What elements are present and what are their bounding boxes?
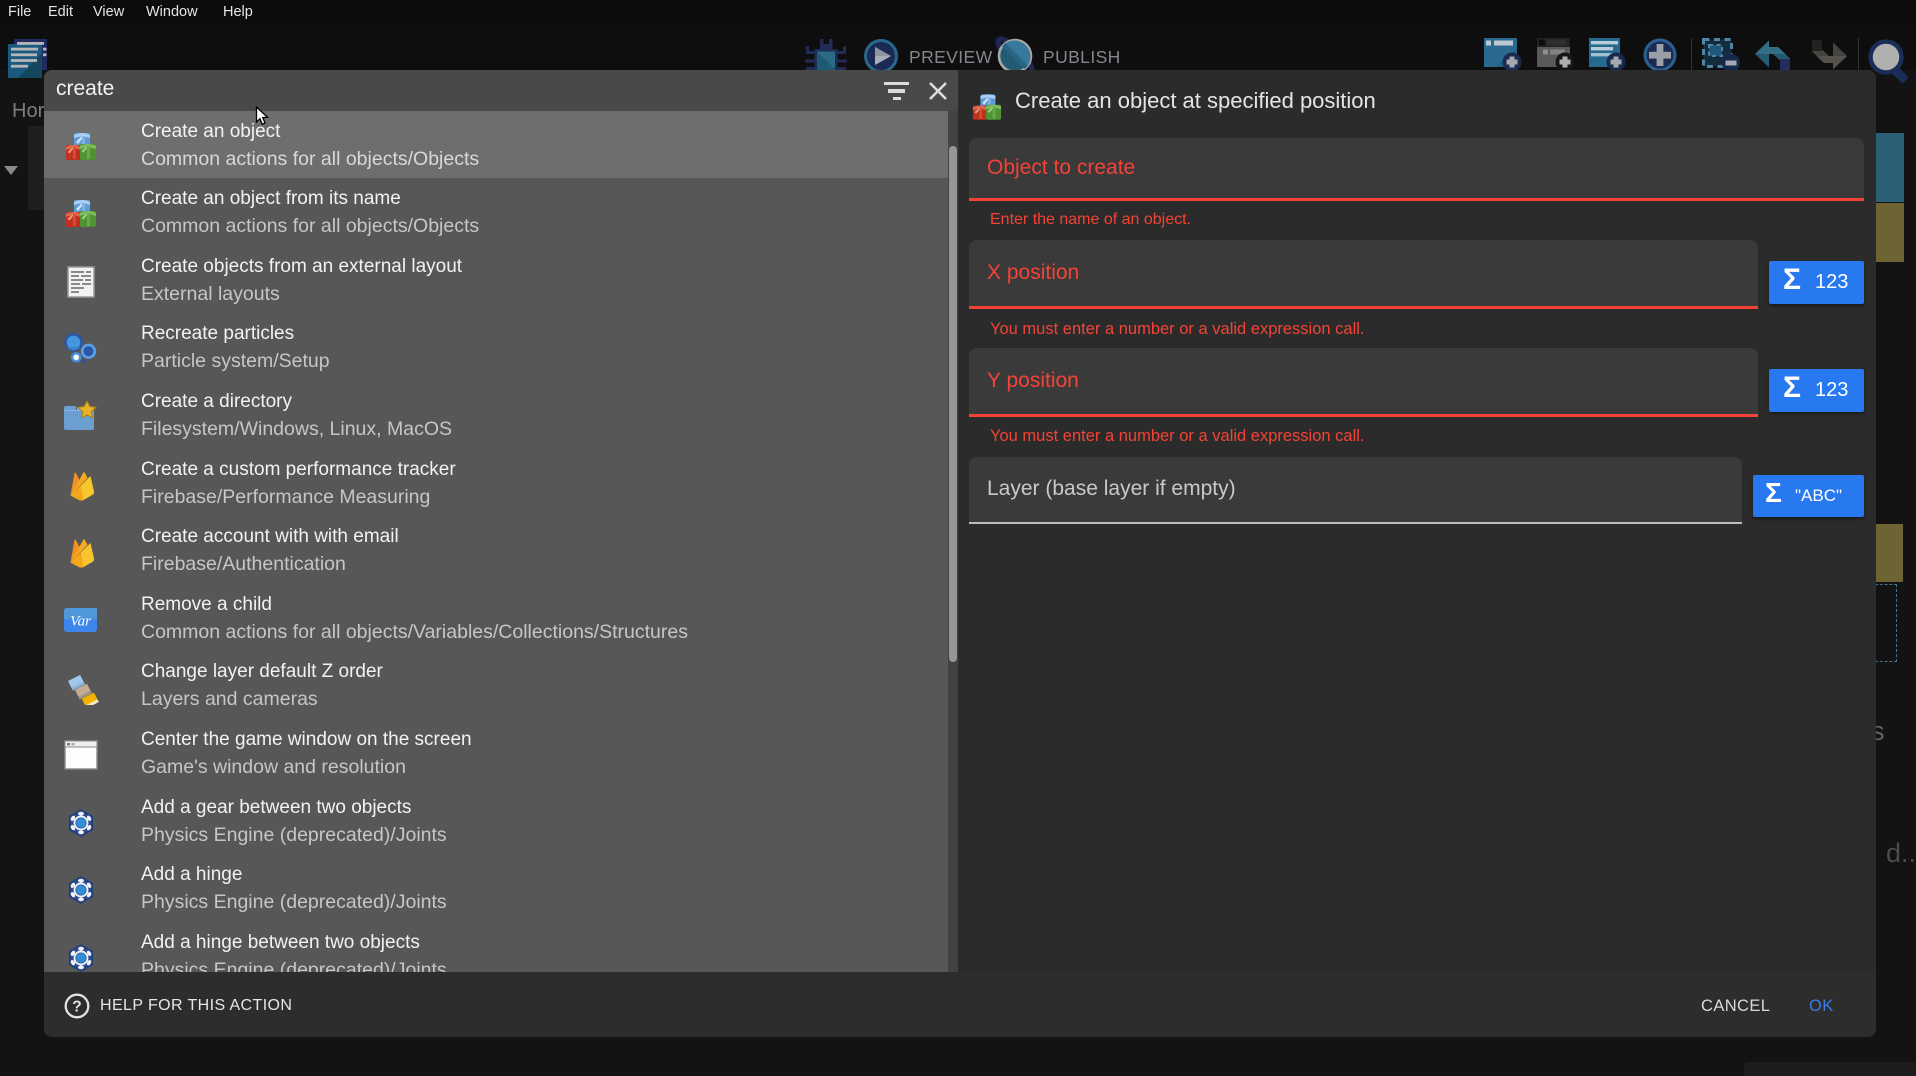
svg-text:Var: Var — [70, 613, 91, 629]
svg-text:?: ? — [72, 999, 81, 1016]
